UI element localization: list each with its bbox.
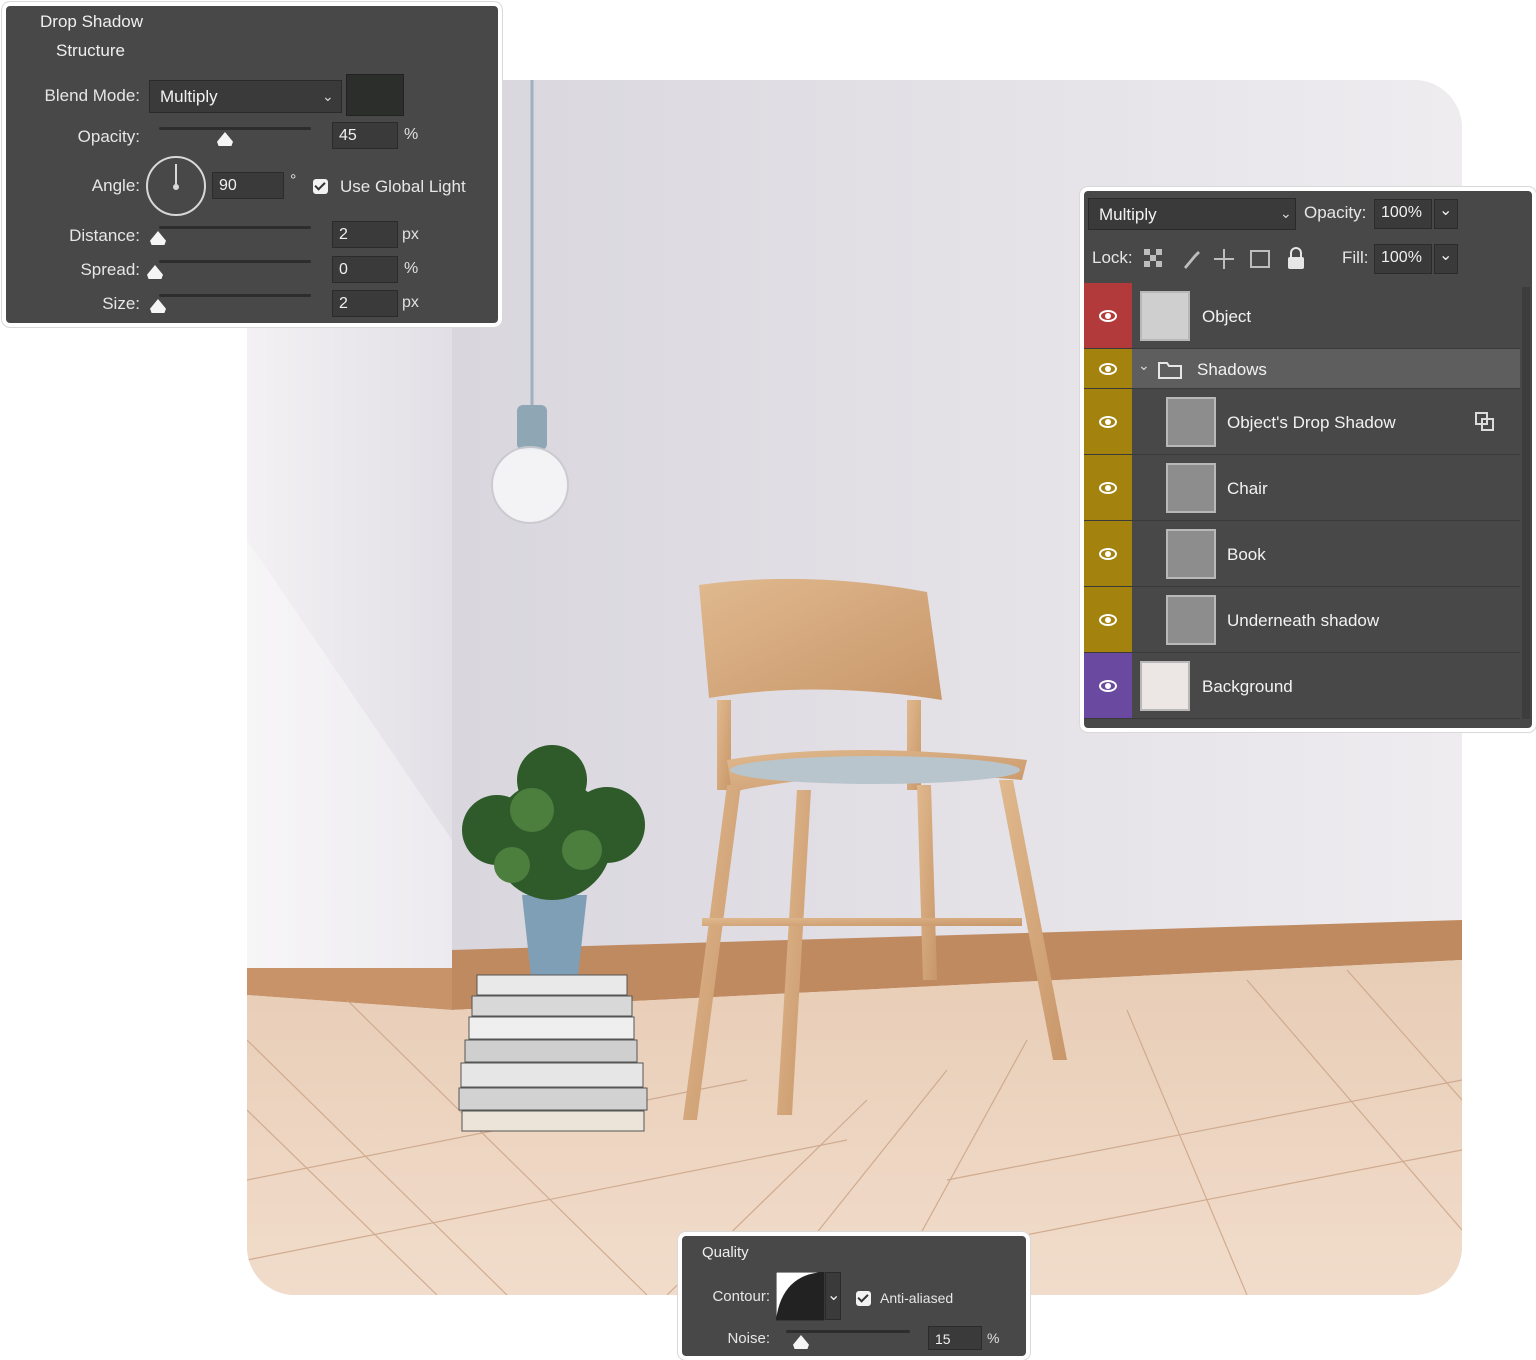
lock-toolbar bbox=[1144, 247, 1304, 269]
lock-image-brush-icon bbox=[1184, 251, 1200, 269]
fill-label: Fill: bbox=[1342, 248, 1369, 267]
size-slider-track[interactable] bbox=[159, 294, 311, 297]
layer-blend-mode-value: Multiply bbox=[1099, 205, 1157, 224]
contour-preview[interactable] bbox=[776, 1272, 826, 1322]
anti-aliased-checkbox[interactable] bbox=[856, 1291, 871, 1306]
layer-opacity-dropdown[interactable]: ⌄ bbox=[1434, 199, 1458, 229]
lock-transparent-icon bbox=[1144, 249, 1162, 267]
layer-group-shadows[interactable]: ⌄ Shadows bbox=[1084, 349, 1520, 389]
layer-thumbnail bbox=[1166, 463, 1216, 513]
chevron-down-icon[interactable]: ⌄ bbox=[1138, 357, 1150, 374]
chevron-down-icon: ⌄ bbox=[322, 88, 334, 104]
visibility-eye-icon[interactable] bbox=[1099, 548, 1117, 560]
distance-input[interactable]: 2 bbox=[332, 221, 398, 248]
lock-label: Lock: bbox=[1092, 248, 1133, 267]
use-global-light-checkbox[interactable] bbox=[313, 179, 328, 194]
layer-name: Background bbox=[1202, 677, 1293, 696]
visibility-eye-icon[interactable] bbox=[1099, 614, 1117, 626]
layer-name: Object bbox=[1202, 307, 1252, 326]
noise-label: Noise: bbox=[727, 1330, 770, 1347]
layer-name: Object's Drop Shadow bbox=[1227, 413, 1396, 432]
layers-scrollbar[interactable] bbox=[1522, 287, 1530, 719]
layer-opacity-input[interactable]: 100% bbox=[1374, 199, 1432, 229]
layer-name: Book bbox=[1227, 545, 1266, 564]
size-label: Size: bbox=[102, 294, 140, 313]
drop-shadow-panel: Drop Shadow Structure Blend Mode: Multip… bbox=[2, 2, 502, 327]
layer-opacity-label: Opacity: bbox=[1304, 203, 1367, 222]
layer-row-object[interactable]: Object bbox=[1084, 283, 1520, 349]
visibility-eye-icon[interactable] bbox=[1099, 363, 1117, 375]
section-title: Structure bbox=[56, 41, 125, 60]
spread-slider-track[interactable] bbox=[159, 260, 311, 263]
layer-thumbnail bbox=[1166, 529, 1216, 579]
folder-icon bbox=[1158, 362, 1182, 379]
opacity-input[interactable]: 45 bbox=[332, 122, 398, 149]
spread-label: Spread: bbox=[80, 260, 140, 279]
lock-all-icon bbox=[1288, 247, 1304, 269]
blend-mode-value: Multiply bbox=[160, 87, 218, 106]
distance-slider-track[interactable] bbox=[159, 226, 311, 229]
layer-thumbnail bbox=[1166, 397, 1216, 447]
distance-label: Distance: bbox=[69, 226, 140, 245]
angle-unit: ° bbox=[290, 172, 297, 189]
visibility-eye-icon[interactable] bbox=[1099, 416, 1117, 428]
blend-mode-label: Blend Mode: bbox=[44, 86, 140, 105]
layer-row-underneath-shadow[interactable]: Underneath shadow bbox=[1084, 587, 1520, 653]
opacity-slider-track[interactable] bbox=[159, 127, 311, 130]
layer-thumbnail bbox=[1140, 661, 1190, 711]
layer-blend-mode-select[interactable]: Multiply bbox=[1088, 198, 1296, 230]
angle-dial[interactable] bbox=[146, 156, 206, 216]
opacity-unit: % bbox=[404, 126, 419, 143]
size-input[interactable]: 2 bbox=[332, 290, 398, 317]
opacity-label: Opacity: bbox=[77, 127, 140, 146]
use-global-light-label: Use Global Light bbox=[340, 177, 466, 196]
quality-title: Quality bbox=[702, 1244, 749, 1261]
lock-artboard-icon bbox=[1250, 250, 1270, 268]
chevron-down-icon: ⌄ bbox=[1280, 205, 1292, 221]
visibility-eye-icon[interactable] bbox=[1099, 680, 1117, 692]
spread-unit: % bbox=[404, 260, 419, 277]
contour-label: Contour: bbox=[712, 1288, 770, 1305]
spread-input[interactable]: 0 bbox=[332, 256, 398, 283]
layer-name: Chair bbox=[1227, 479, 1268, 498]
fill-dropdown[interactable]: ⌄ bbox=[1434, 244, 1458, 274]
anti-aliased-label: Anti-aliased bbox=[880, 1290, 954, 1306]
layer-row-book[interactable]: Book bbox=[1084, 521, 1520, 587]
angle-input[interactable]: 90 bbox=[212, 172, 284, 199]
fill-input[interactable]: 100% bbox=[1374, 244, 1432, 274]
lock-position-move-icon bbox=[1214, 249, 1234, 269]
contour-dropdown[interactable]: ⌄ bbox=[825, 1272, 841, 1320]
visibility-eye-icon[interactable] bbox=[1099, 482, 1117, 494]
noise-unit: % bbox=[987, 1330, 1000, 1346]
noise-slider-track[interactable] bbox=[786, 1330, 910, 1333]
distance-unit: px bbox=[402, 226, 419, 243]
layer-row-drop-shadow[interactable]: Object's Drop Shadow bbox=[1084, 389, 1520, 455]
layer-thumbnail bbox=[1140, 291, 1190, 341]
angle-label: Angle: bbox=[91, 176, 140, 195]
layer-row-chair[interactable]: Chair bbox=[1084, 455, 1520, 521]
size-unit: px bbox=[402, 294, 419, 311]
noise-input[interactable]: 15 bbox=[928, 1326, 982, 1350]
shadow-color-swatch[interactable] bbox=[346, 74, 404, 116]
layer-thumbnail bbox=[1166, 595, 1216, 645]
quality-panel: Quality Contour: ⌄ Anti-aliased Noise: 1… bbox=[678, 1232, 1030, 1360]
layer-name: Shadows bbox=[1197, 360, 1267, 379]
visibility-eye-icon[interactable] bbox=[1099, 310, 1117, 322]
layer-name: Underneath shadow bbox=[1227, 611, 1380, 630]
layers-panel: Multiply ⌄ Opacity: 100% ⌄ Lock: Fill: 1… bbox=[1080, 187, 1536, 732]
smart-object-icon bbox=[1475, 412, 1494, 431]
layer-row-background[interactable]: Background bbox=[1084, 653, 1520, 719]
panel-title: Drop Shadow bbox=[40, 12, 144, 31]
blend-mode-select[interactable]: Multiply bbox=[149, 80, 342, 113]
